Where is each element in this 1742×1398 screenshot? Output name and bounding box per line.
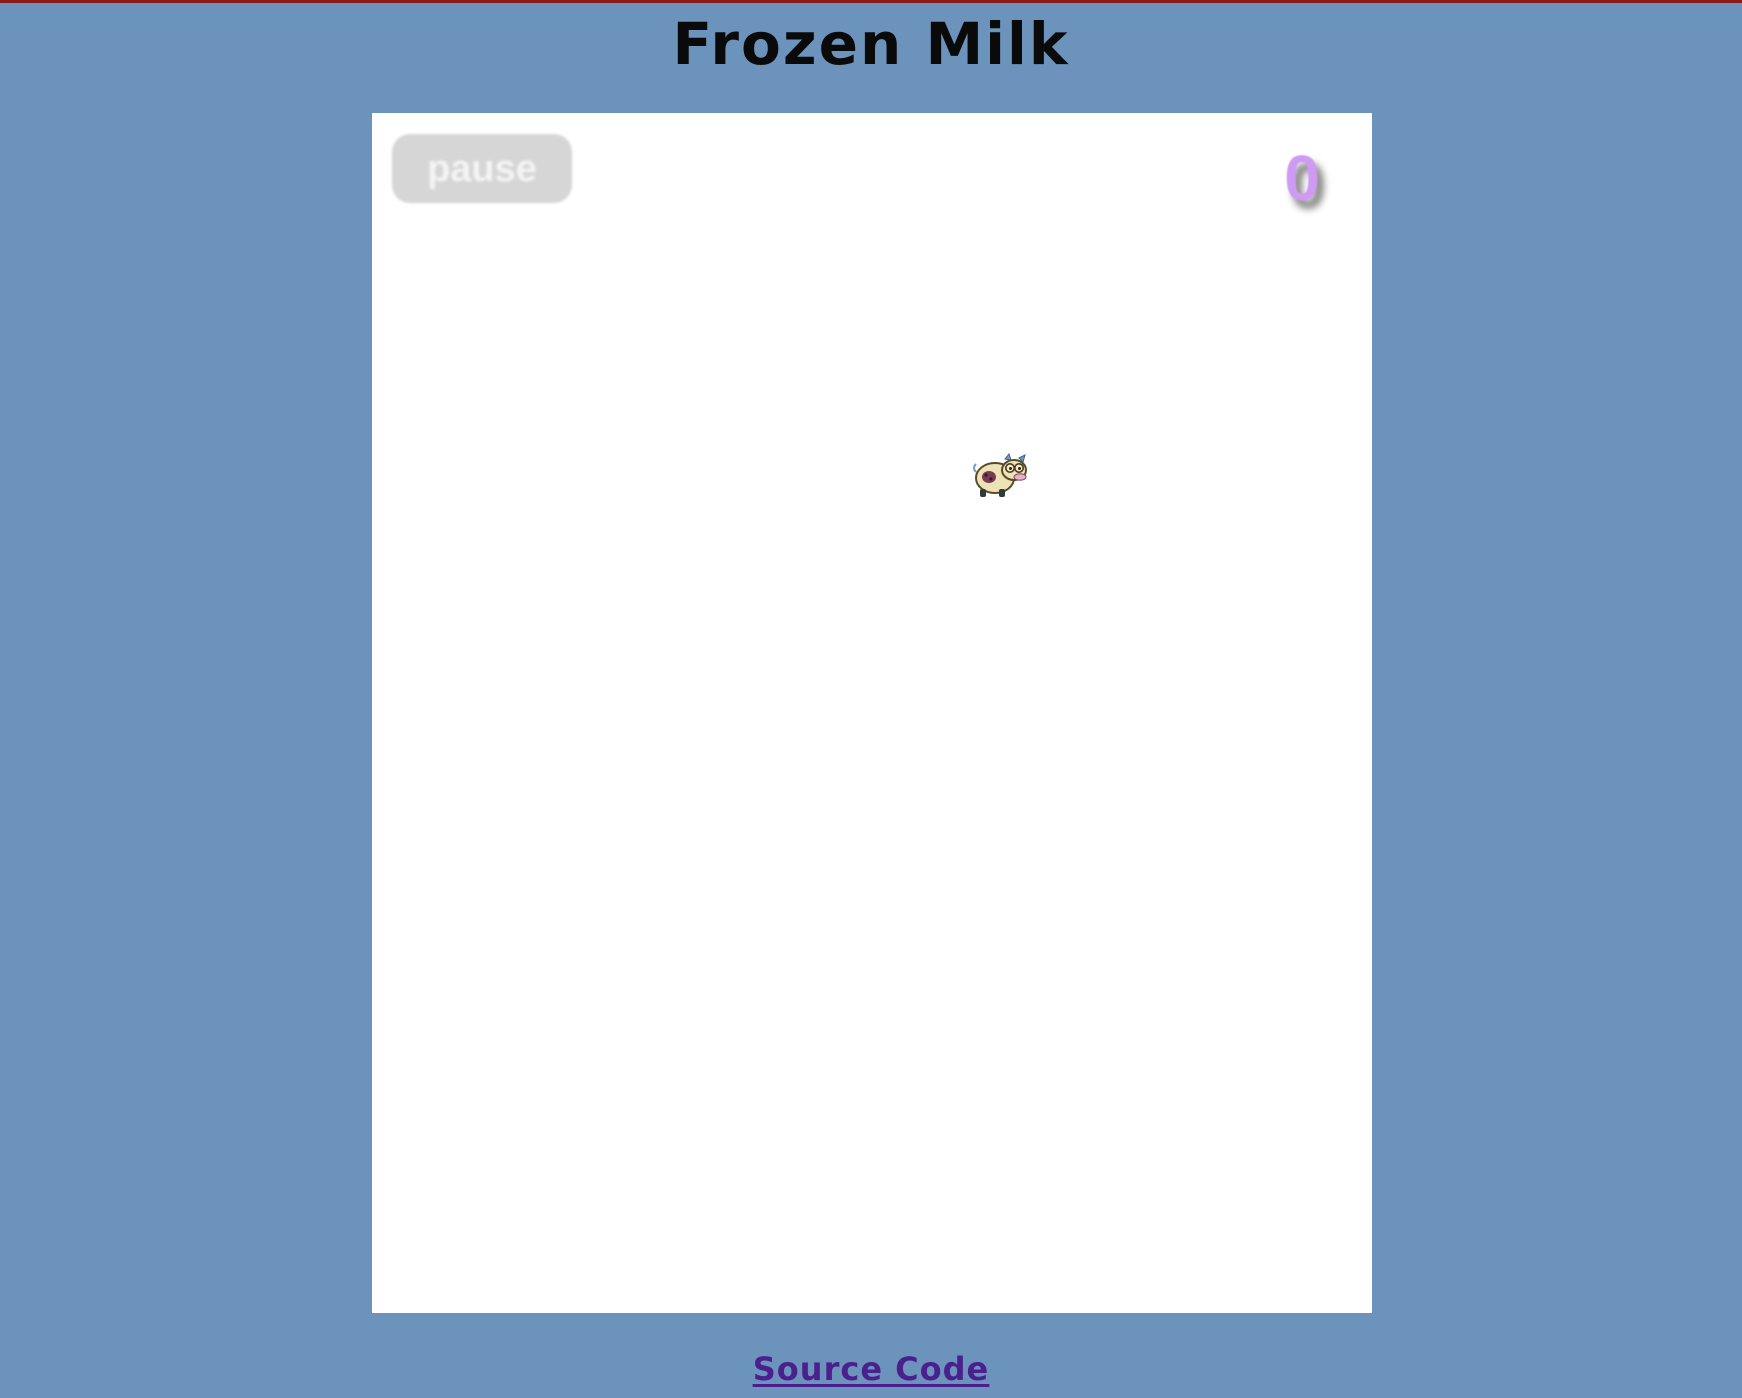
cow-icon xyxy=(973,452,1027,497)
score-display: 0 xyxy=(1284,142,1320,214)
game-canvas[interactable]: pause 0 xyxy=(372,113,1372,1313)
cow-spot xyxy=(982,471,996,483)
source-code-link[interactable]: Source Code xyxy=(0,1346,1742,1392)
top-border xyxy=(0,0,1742,3)
source-code-link-text[interactable]: Source Code xyxy=(753,1350,989,1388)
pause-button[interactable]: pause xyxy=(392,134,572,203)
page-title: Frozen Milk xyxy=(672,10,1070,78)
